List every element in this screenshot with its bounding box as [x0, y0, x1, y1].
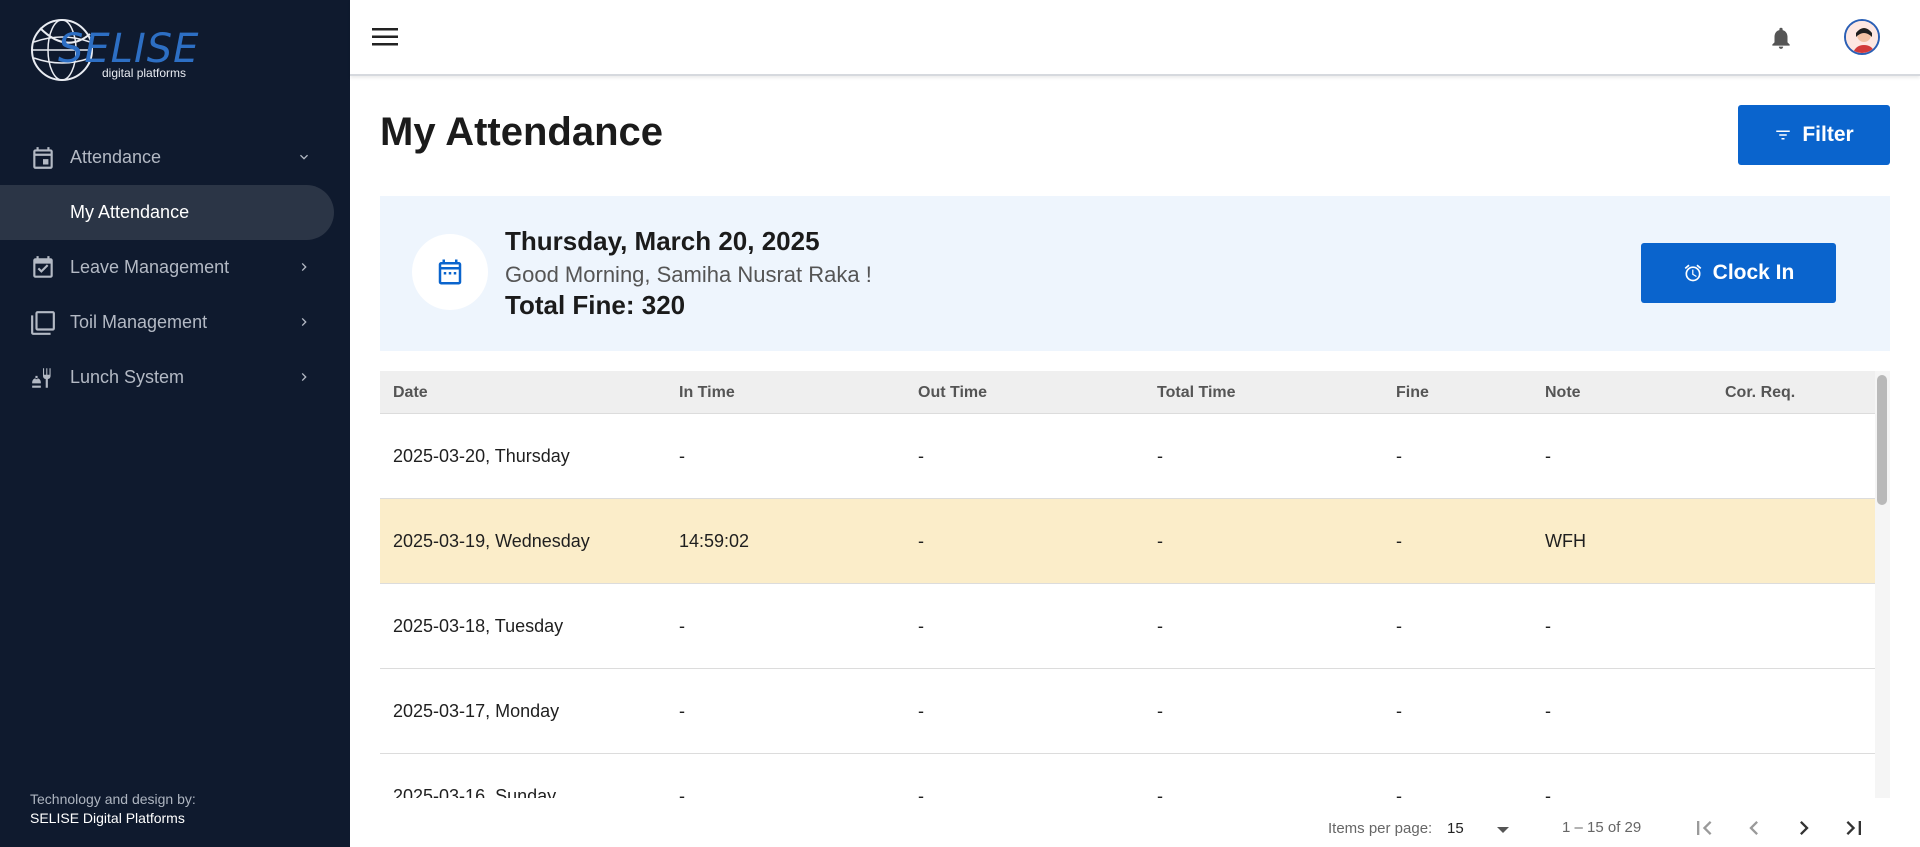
column-header-date[interactable]: Date	[393, 384, 428, 402]
table-header: Date In Time Out Time Total Time Fine No…	[380, 371, 1875, 414]
cell-in-time: -	[679, 616, 685, 636]
cell-out-time: -	[918, 616, 924, 636]
cell-out-time: -	[918, 701, 924, 721]
table-row[interactable]: 2025-03-20, Thursday - - - - -	[380, 414, 1875, 499]
footer-company: SELISE Digital Platforms	[30, 810, 185, 826]
cell-out-time: -	[918, 531, 924, 551]
items-per-page-select[interactable]: 15	[1447, 820, 1464, 837]
column-header-note[interactable]: Note	[1545, 384, 1581, 402]
sidebar-item-label: Attendance	[70, 147, 162, 167]
cell-out-time: -	[918, 446, 924, 466]
table-scrollbar[interactable]	[1875, 371, 1890, 798]
cell-note: -	[1545, 616, 1551, 636]
user-avatar-icon	[1846, 21, 1878, 53]
summary-greeting: Good Morning, Samiha Nusrat Raka !	[505, 262, 872, 287]
scrollbar-thumb[interactable]	[1877, 375, 1887, 505]
previous-page-icon[interactable]	[1740, 814, 1768, 842]
cell-total-time: -	[1157, 701, 1163, 721]
column-header-in-time[interactable]: In Time	[679, 384, 735, 402]
summary-date: Thursday, March 20, 2025	[505, 226, 820, 256]
cell-fine: -	[1396, 531, 1402, 551]
top-bar	[350, 0, 1920, 76]
calendar-check-icon	[33, 256, 53, 278]
sidebar: SELISE digital platforms Attendance My A…	[0, 0, 350, 847]
filter-icon	[1776, 130, 1791, 140]
cell-fine: -	[1396, 701, 1402, 721]
cell-in-time: 14:59:02	[679, 531, 750, 551]
next-page-icon[interactable]	[1790, 814, 1818, 842]
summary-calendar-badge	[412, 234, 488, 310]
cell-fine: -	[1396, 786, 1402, 798]
chevron-right-icon	[301, 318, 307, 326]
filter-button-label: Filter	[1802, 123, 1854, 146]
stack-icon	[31, 311, 55, 335]
sidebar-item-lunch-system[interactable]: Lunch System	[0, 350, 350, 405]
cell-date: 2025-03-17, Monday	[393, 701, 560, 721]
cell-date: 2025-03-19, Wednesday	[393, 531, 590, 551]
cell-note: WFH	[1545, 531, 1586, 551]
column-header-out-time[interactable]: Out Time	[918, 384, 987, 402]
sidebar-nav: Attendance My Attendance Leave Managemen…	[0, 130, 350, 405]
footer-label: Technology and design by:	[30, 791, 196, 807]
table-row[interactable]: 2025-03-16, Sunday - - - - -	[380, 754, 1875, 798]
cell-total-time: -	[1157, 531, 1163, 551]
selise-logo[interactable]: SELISE digital platforms	[30, 14, 200, 86]
sidebar-item-label: My Attendance	[70, 202, 190, 222]
attendance-table: Date In Time Out Time Total Time Fine No…	[380, 371, 1875, 798]
items-per-page-label: Items per page:	[1328, 820, 1433, 837]
cell-total-time: -	[1157, 786, 1163, 798]
sidebar-item-label: Toil Management	[70, 312, 208, 332]
user-avatar[interactable]	[1844, 19, 1880, 55]
filter-button[interactable]: Filter	[1738, 105, 1890, 165]
cell-fine: -	[1396, 616, 1402, 636]
last-page-icon[interactable]	[1840, 814, 1868, 842]
chevron-right-icon	[301, 373, 307, 381]
cell-fine: -	[1396, 446, 1402, 466]
cell-in-time: -	[679, 701, 685, 721]
clock-in-label: Clock In	[1712, 261, 1795, 284]
table-row[interactable]: 2025-03-17, Monday - - - - -	[380, 669, 1875, 754]
column-header-total-time[interactable]: Total Time	[1157, 384, 1236, 402]
alarm-clock-icon	[1684, 264, 1701, 282]
clock-in-button[interactable]: Clock In	[1641, 243, 1836, 303]
sidebar-item-attendance[interactable]: Attendance	[0, 130, 350, 185]
table-row[interactable]: 2025-03-18, Tuesday - - - - -	[380, 584, 1875, 669]
sidebar-item-toil-management[interactable]: Toil Management	[0, 295, 350, 350]
chevron-down-icon	[300, 154, 308, 160]
summary-total-fine: Total Fine: 320	[505, 290, 686, 320]
cell-in-time: -	[679, 446, 685, 466]
sidebar-item-my-attendance[interactable]: My Attendance	[0, 185, 334, 240]
page-title: My Attendance	[380, 110, 664, 154]
cell-out-time: -	[918, 786, 924, 798]
logo-tagline: digital platforms	[102, 66, 187, 80]
chevron-right-icon	[301, 263, 307, 271]
hamburger-icon[interactable]	[372, 26, 398, 48]
page-range-label: 1 – 15 of 29	[1562, 819, 1642, 836]
sidebar-item-label: Leave Management	[70, 257, 230, 277]
paginator: Items per page: 15 1 – 15 of 29	[350, 798, 1920, 847]
first-page-icon[interactable]	[1690, 814, 1718, 842]
column-header-correction-request[interactable]: Cor. Req.	[1725, 384, 1795, 402]
cell-total-time: -	[1157, 616, 1163, 636]
cell-date: 2025-03-20, Thursday	[393, 446, 570, 466]
cell-in-time: -	[679, 786, 685, 798]
food-icon	[32, 368, 51, 388]
calendar-icon	[33, 147, 53, 169]
sidebar-item-label: Lunch System	[70, 367, 185, 387]
column-header-fine[interactable]: Fine	[1396, 384, 1429, 402]
attendance-summary-card: Thursday, March 20, 2025 Good Morning, S…	[380, 196, 1890, 351]
cell-note: -	[1545, 446, 1551, 466]
bell-icon[interactable]	[1768, 24, 1794, 52]
cell-note: -	[1545, 786, 1551, 798]
cell-note: -	[1545, 701, 1551, 721]
cell-date: 2025-03-18, Tuesday	[393, 616, 564, 636]
dropdown-caret-icon[interactable]	[1496, 825, 1510, 835]
cell-date: 2025-03-16, Sunday	[393, 786, 557, 798]
calendar-icon	[438, 259, 462, 285]
cell-total-time: -	[1157, 446, 1163, 466]
sidebar-item-leave-management[interactable]: Leave Management	[0, 240, 350, 295]
table-row[interactable]: 2025-03-19, Wednesday 14:59:02 - - - WFH	[380, 499, 1875, 584]
